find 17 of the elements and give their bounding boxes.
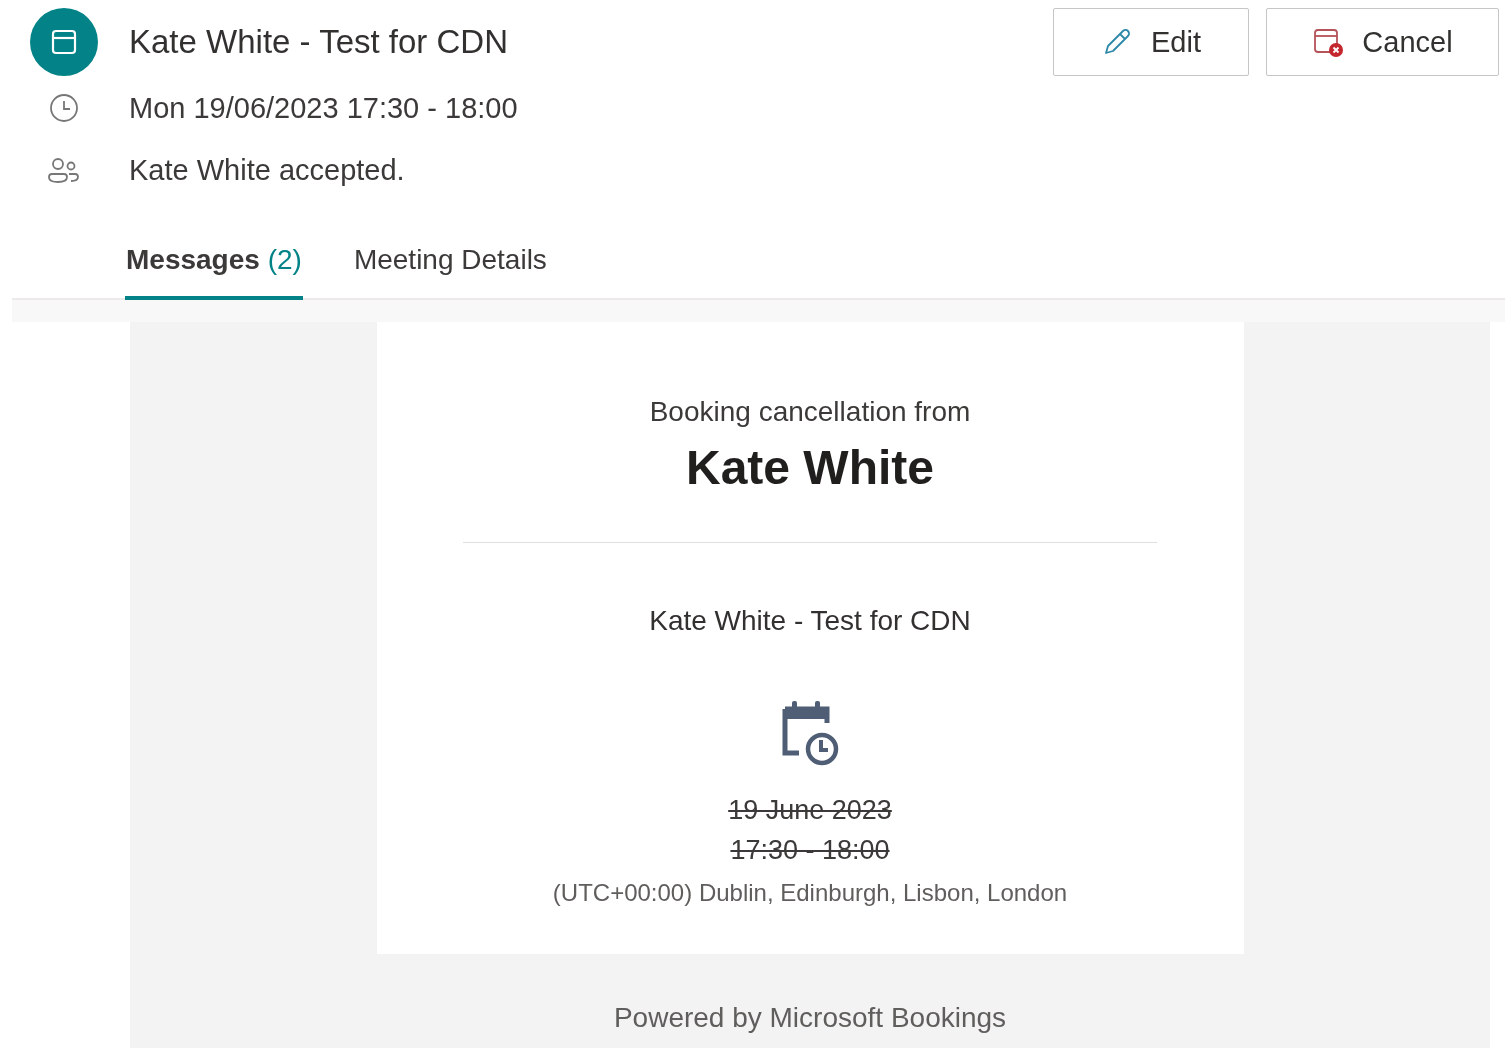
tab[interactable]: Meeting Details bbox=[352, 234, 548, 300]
people-icon bbox=[47, 155, 81, 185]
edit-button[interactable]: Edit bbox=[1053, 8, 1249, 76]
booking-time: 17:30 - 18:00 bbox=[730, 834, 890, 867]
booking-date: 19 June 2023 bbox=[728, 794, 892, 827]
clock-icon bbox=[48, 92, 80, 124]
service-name: Kate White - Test for CDN bbox=[649, 605, 971, 637]
event-time: Mon 19/06/2023 17:30 - 18:00 bbox=[129, 91, 518, 125]
attendee-status: Kate White accepted. bbox=[129, 153, 405, 187]
message-heading: Booking cancellation from bbox=[649, 396, 971, 428]
cancel-button[interactable]: Cancel bbox=[1266, 8, 1499, 76]
calendar-icon bbox=[30, 8, 98, 76]
calendar-cancel-icon bbox=[1312, 26, 1345, 58]
time-zone: (UTC+00:00) Dublin, Edinburgh, Lisbon, London bbox=[552, 879, 1068, 907]
customer-name: Kate White bbox=[686, 440, 934, 495]
event-title: Kate White - Test for CDN bbox=[129, 23, 508, 61]
powered-by-text: Powered by Microsoft Bookings bbox=[613, 1002, 1007, 1034]
